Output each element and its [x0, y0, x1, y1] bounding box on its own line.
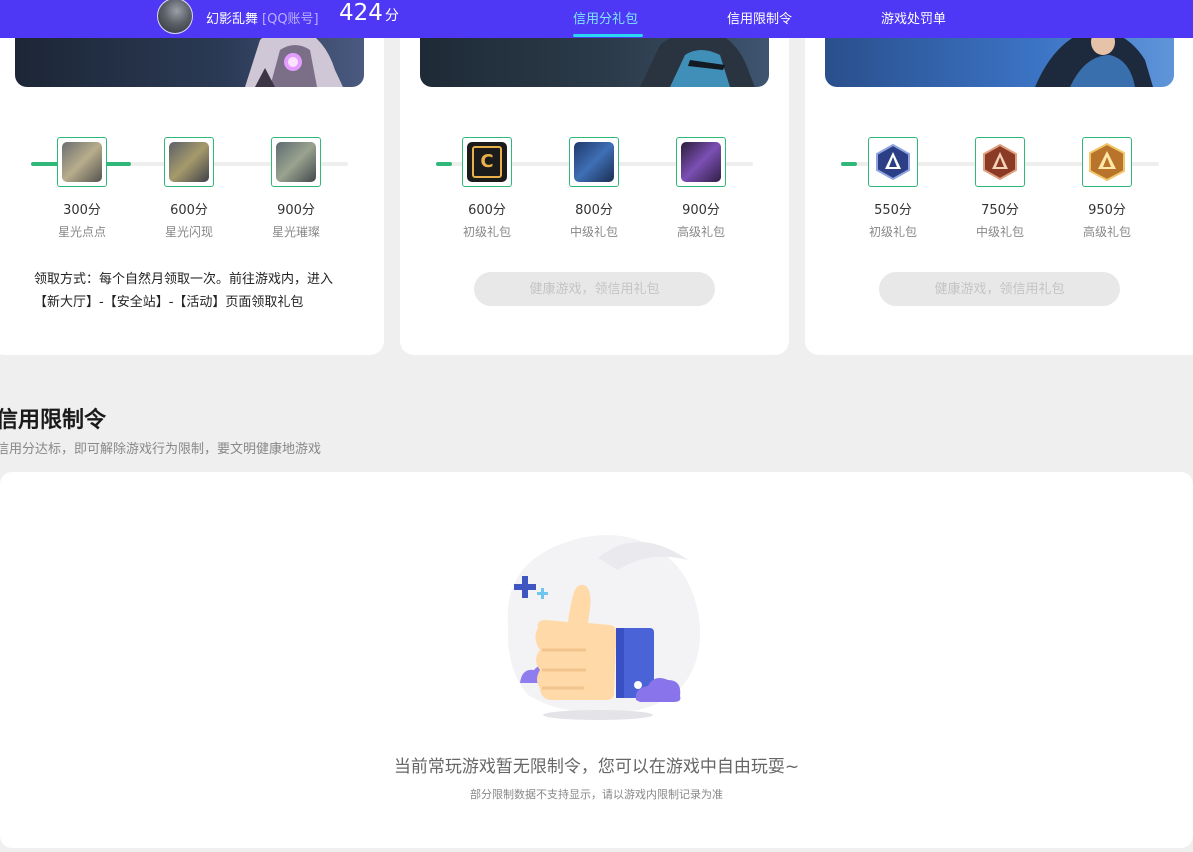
tier-item[interactable]: 600分 星光闪现	[149, 137, 229, 240]
active-tab-indicator	[573, 34, 643, 37]
tier-name: 中级礼包	[569, 225, 618, 239]
star-weapon-icon	[62, 142, 102, 182]
tier-points: 600分	[468, 203, 506, 218]
score-unit: 分	[384, 8, 399, 24]
tier-item[interactable]: 900分 星光璀璨	[256, 137, 336, 240]
claim-instructions: 领取方式：每个自然月领取一次。前往游戏内，进入【新大厅】-【安全站】-【活动】页…	[34, 272, 334, 310]
beginner-gift-icon: C	[467, 142, 507, 182]
tier-icon-box	[164, 137, 214, 187]
top-bar: 幻影乱舞 [QQ账号] 424 分 信用分礼包 信用限制令 游戏处罚单	[0, 0, 1193, 38]
tier-points: 550分	[874, 203, 912, 218]
tier-icon-box	[676, 137, 726, 187]
tier-name: 中级礼包	[975, 225, 1024, 239]
thumbs-up-illustration	[507, 535, 701, 720]
tab-game-penalty[interactable]: 游戏处罚单	[881, 8, 946, 27]
tier-icon-box	[975, 137, 1025, 187]
tier-points: 600分	[170, 203, 208, 218]
blue-emblem-icon	[876, 143, 910, 181]
tier-name: 星光点点	[57, 225, 106, 239]
tier-name: 星光闪现	[164, 225, 213, 239]
bronze-emblem-icon	[983, 143, 1017, 181]
tier-name: 初级礼包	[868, 225, 917, 239]
tier-points: 900分	[277, 203, 315, 218]
tier-item[interactable]: 550分 初级礼包	[853, 137, 933, 240]
tier-icon-box	[569, 137, 619, 187]
gold-emblem-icon	[1089, 142, 1125, 182]
credit-score: 424 分	[339, 0, 399, 26]
tier-points: 900分	[682, 203, 720, 218]
claim-gift-button[interactable]: 健康游戏，领信用礼包	[474, 272, 715, 306]
account-type: [QQ账号]	[262, 12, 319, 27]
tier-icon-box	[1082, 137, 1132, 187]
tier-item[interactable]: 750分 中级礼包	[960, 137, 1040, 240]
username-text: 幻影乱舞	[206, 12, 259, 27]
tier-item[interactable]: 950分 高级礼包	[1067, 137, 1147, 240]
tier-icon-box: C	[462, 137, 512, 187]
tier-points: 300分	[63, 203, 101, 218]
section-title: 信用限制令	[0, 408, 107, 433]
tier-icon-box	[57, 137, 107, 187]
tier-icon-box	[868, 137, 918, 187]
star-weapon-icon	[276, 142, 316, 182]
avatar[interactable]	[157, 0, 193, 34]
tier-name: 初级礼包	[462, 225, 511, 239]
claim-gift-button[interactable]: 健康游戏，领信用礼包	[879, 272, 1120, 306]
gift-card-2: C 600分 初级礼包 800分 中级礼包 900分 高级礼包 健康游戏，领信用…	[400, 20, 789, 355]
star-weapon-icon	[169, 142, 209, 182]
tier-icon-box	[271, 137, 321, 187]
tier-points: 750分	[981, 203, 1019, 218]
tab-credit-restriction[interactable]: 信用限制令	[727, 8, 792, 27]
tier-name: 高级礼包	[1082, 225, 1131, 239]
empty-state-message: 当前常玩游戏暂无限制令，您可以在游戏中自由玩耍~	[393, 757, 800, 777]
tier-points: 800分	[575, 203, 613, 218]
user-name: 幻影乱舞 [QQ账号]	[206, 8, 319, 27]
score-value: 424	[339, 0, 383, 26]
empty-state-note: 部分限制数据不支持显示，请以游戏内限制记录为准	[470, 788, 723, 801]
tier-item[interactable]: 300分 星光点点	[42, 137, 122, 240]
tier-item[interactable]: 800分 中级礼包	[554, 137, 634, 240]
tier-item[interactable]: C 600分 初级礼包	[447, 137, 527, 240]
section-subtitle: 信用分达标，即可解除游戏行为限制，要文明健康地游戏	[0, 442, 322, 457]
tier-name: 星光璀璨	[271, 225, 320, 239]
advanced-gift-icon	[681, 142, 721, 182]
gift-card-3: 550分 初级礼包 750分 中级礼包 950分 高级礼包 健康游戏，领信用礼包	[805, 20, 1193, 355]
tier-name: 高级礼包	[676, 225, 725, 239]
tier-item[interactable]: 900分 高级礼包	[661, 137, 741, 240]
tab-credit-gift[interactable]: 信用分礼包	[573, 8, 638, 27]
tier-points: 950分	[1088, 203, 1126, 218]
gift-card-1: 300分 星光点点 600分 星光闪现 900分 星光璀璨 领取方式：每个自然月…	[0, 20, 384, 355]
intermediate-gift-icon	[574, 142, 614, 182]
